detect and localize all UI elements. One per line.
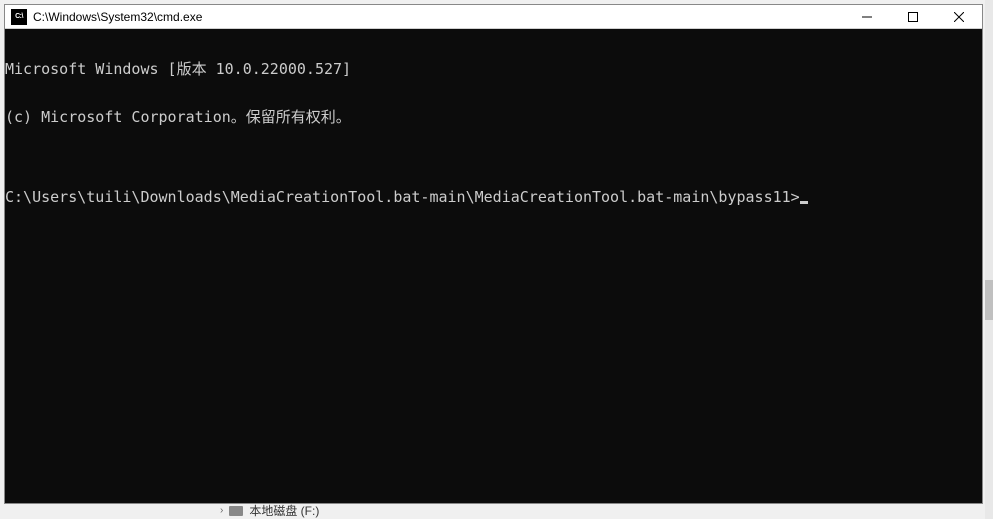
window-title: C:\Windows\System32\cmd.exe bbox=[33, 10, 844, 24]
terminal-prompt: C:\Users\tuili\Downloads\MediaCreationTo… bbox=[5, 188, 800, 206]
disk-icon bbox=[229, 506, 243, 516]
titlebar[interactable]: C:\ C:\Windows\System32\cmd.exe bbox=[5, 5, 982, 29]
terminal-prompt-line: C:\Users\tuili\Downloads\MediaCreationTo… bbox=[5, 189, 982, 205]
maximize-button[interactable] bbox=[890, 5, 936, 28]
cmd-icon: C:\ bbox=[11, 9, 27, 25]
chevron-right-icon: › bbox=[220, 505, 223, 516]
window-controls bbox=[844, 5, 982, 28]
background-explorer-item: › 本地磁盘 (F:) bbox=[220, 502, 319, 519]
terminal-output-line: (c) Microsoft Corporation。保留所有权利。 bbox=[5, 109, 982, 125]
close-button[interactable] bbox=[936, 5, 982, 28]
background-scrollbar-thumb[interactable] bbox=[985, 280, 993, 320]
background-item-label: 本地磁盘 (F:) bbox=[249, 502, 319, 519]
background-scrollbar-track bbox=[985, 0, 993, 519]
terminal-cursor bbox=[800, 201, 808, 204]
terminal-output-line: Microsoft Windows [版本 10.0.22000.527] bbox=[5, 61, 982, 77]
minimize-button[interactable] bbox=[844, 5, 890, 28]
terminal-area[interactable]: Microsoft Windows [版本 10.0.22000.527] (c… bbox=[5, 29, 982, 503]
cmd-window: C:\ C:\Windows\System32\cmd.exe Microsof… bbox=[4, 4, 983, 504]
